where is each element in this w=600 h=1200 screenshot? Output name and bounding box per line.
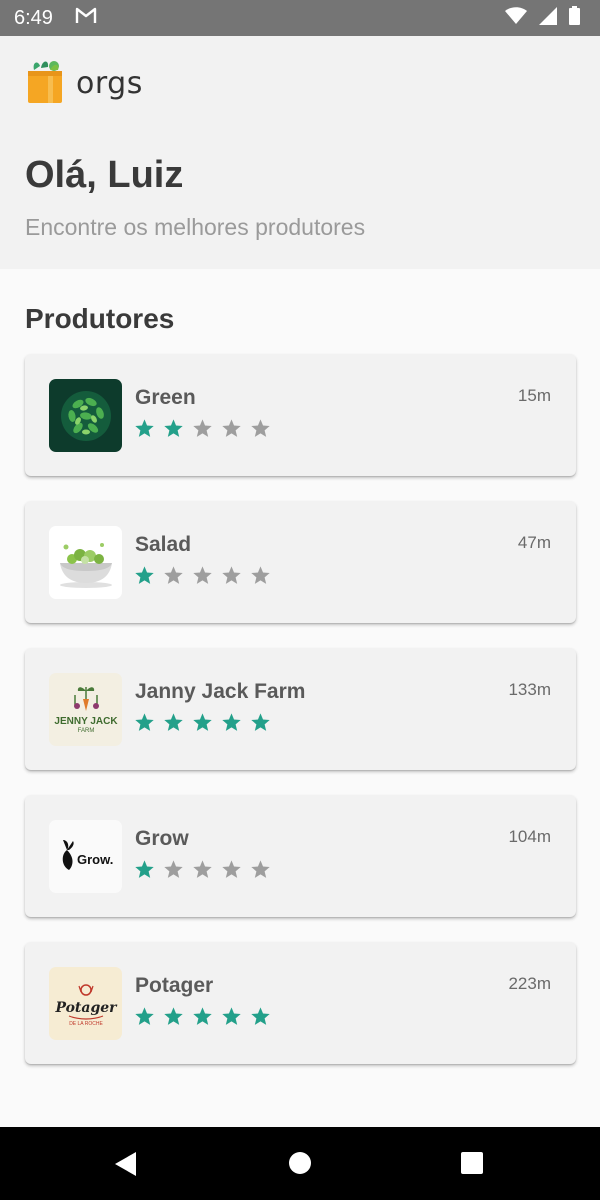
greeting-subtitle: Encontre os melhores produtores [25, 214, 366, 240]
rating-stars [134, 859, 271, 880]
star-filled-icon [135, 860, 154, 878]
potager-logo-subtext: DE LA ROCHE [69, 1021, 103, 1027]
star-empty-icon [222, 419, 241, 437]
producer-distance: 223m [508, 974, 551, 993]
jenny-jack-logo-subtext: FARM [77, 728, 94, 734]
star-empty-icon [251, 419, 270, 437]
grow-logo: Grow. [49, 820, 122, 893]
star-empty-icon [222, 566, 241, 584]
producer-card[interactable]: Potager DE LA ROCHE Potager 223m [25, 942, 576, 1064]
star-filled-icon [164, 419, 183, 437]
producer-name: Janny Jack Farm [135, 680, 306, 703]
rating-stars [134, 565, 271, 586]
rating-stars [134, 418, 271, 439]
producer-distance: 15m [517, 386, 551, 405]
producer-card[interactable]: Salad 47m [25, 501, 576, 623]
header: orgs Olá, Luiz Encontre os melhores prod… [0, 36, 600, 269]
producer-distance: 133m [508, 680, 551, 699]
producer-name: Grow [135, 827, 189, 850]
producer-name: Salad [135, 533, 192, 556]
star-filled-icon [222, 1007, 241, 1025]
producer-card[interactable]: JENNY JACK FARM Janny Jack Farm 133m [25, 648, 576, 770]
app-logo: orgs [24, 58, 143, 109]
star-empty-icon [164, 566, 183, 584]
grow-logo-text: Grow. [77, 852, 113, 867]
star-filled-icon [222, 713, 241, 731]
producer-name: Potager [135, 974, 214, 997]
star-filled-icon [193, 713, 212, 731]
star-filled-icon [251, 1007, 270, 1025]
section-title-producers: Produtores [25, 303, 175, 334]
jenny-jack-farm-logo: JENNY JACK FARM [49, 673, 122, 746]
signal-icon [539, 6, 557, 30]
producer-distance: 47m [517, 533, 551, 552]
star-empty-icon [193, 860, 212, 878]
wifi-icon [505, 6, 527, 30]
greeting-title: Olá, Luiz [25, 154, 184, 196]
star-empty-icon [251, 566, 270, 584]
star-filled-icon [135, 419, 154, 437]
star-filled-icon [135, 1007, 154, 1025]
gmail-icon [75, 7, 97, 30]
star-filled-icon [193, 1007, 212, 1025]
star-empty-icon [164, 860, 183, 878]
star-filled-icon [164, 1007, 183, 1025]
producer-card[interactable]: Green 15m [25, 354, 576, 476]
jenny-jack-logo-text: JENNY JACK [54, 716, 118, 727]
navigation-bar [0, 1127, 600, 1200]
rating-stars [134, 1006, 271, 1027]
rating-stars [134, 712, 271, 733]
star-filled-icon [251, 713, 270, 731]
star-filled-icon [135, 566, 154, 584]
star-empty-icon [193, 566, 212, 584]
app-name: orgs [76, 66, 143, 101]
star-filled-icon [135, 713, 154, 731]
producer-distance: 104m [508, 827, 551, 846]
salad-bowl-logo [49, 526, 122, 599]
star-empty-icon [251, 860, 270, 878]
potager-logo-text: Potager [54, 1000, 118, 1016]
status-time: 6:49 [14, 6, 53, 29]
status-bar: 6:49 [0, 0, 600, 36]
back-icon[interactable] [114, 1151, 138, 1182]
recents-icon[interactable] [461, 1152, 483, 1179]
star-empty-icon [222, 860, 241, 878]
home-icon[interactable] [288, 1151, 312, 1180]
shopping-bag-icon [24, 58, 66, 109]
battery-icon [569, 6, 580, 30]
producer-name: Green [135, 386, 196, 409]
potager-logo: Potager DE LA ROCHE [49, 967, 122, 1040]
star-filled-icon [164, 713, 183, 731]
green-leaves-logo [49, 379, 122, 452]
producer-card[interactable]: Grow. Grow 104m [25, 795, 576, 917]
star-empty-icon [193, 419, 212, 437]
